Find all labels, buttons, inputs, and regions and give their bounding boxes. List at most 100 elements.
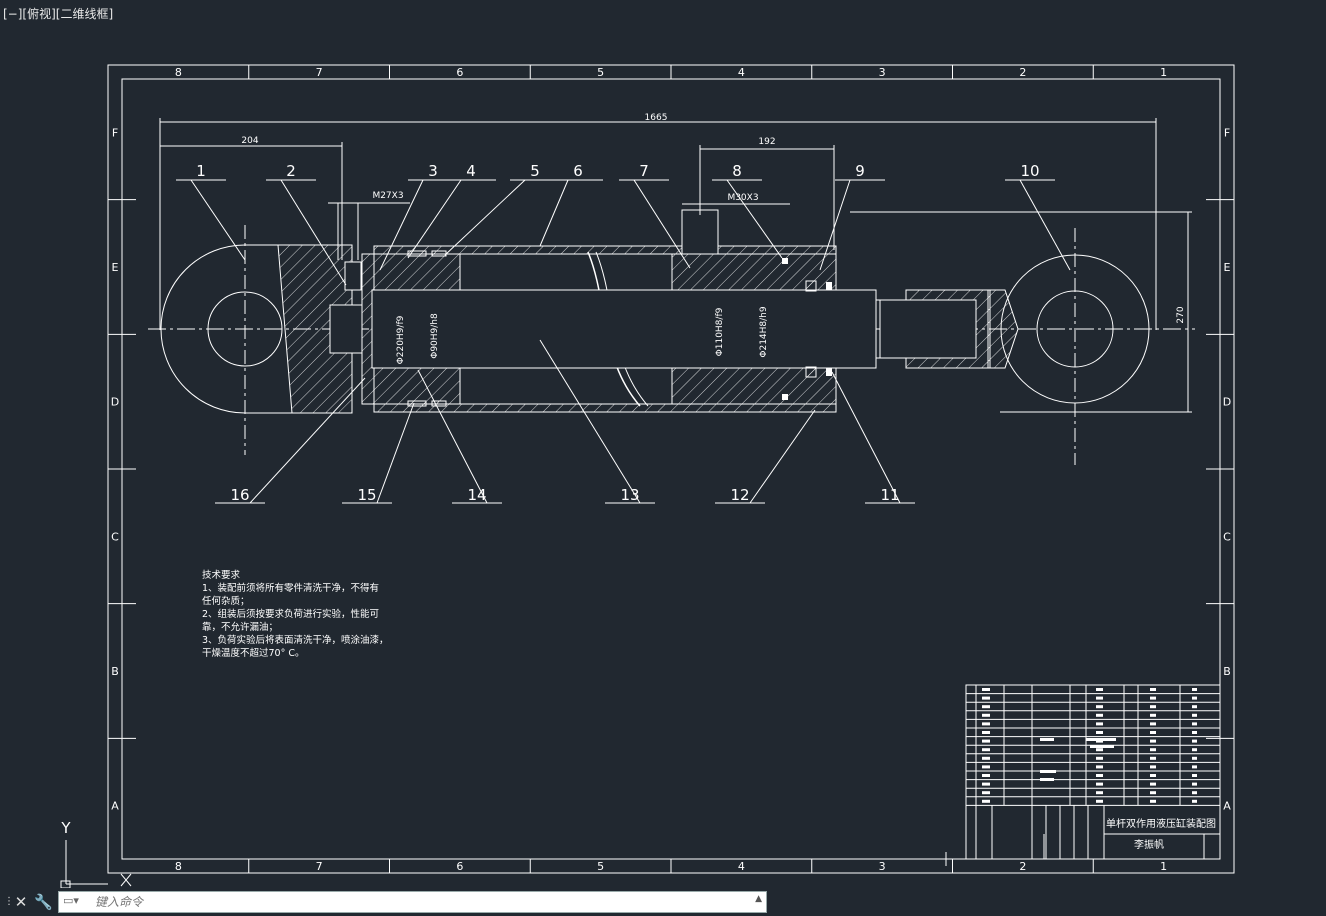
drawing-title: 单杆双作用液压缸装配图 xyxy=(1106,817,1216,830)
title-block-cell xyxy=(1040,738,1054,741)
close-icon[interactable]: ✕ xyxy=(12,893,30,911)
title-block-cell xyxy=(982,748,990,752)
balloon-number: 13 xyxy=(620,486,639,504)
title-block-cell xyxy=(1150,739,1156,743)
balloon-number: 4 xyxy=(466,162,476,180)
frame-column-label: 6 xyxy=(456,860,463,873)
title-block-cell xyxy=(1096,791,1103,795)
title-block-cell xyxy=(1150,722,1156,726)
title-block-cell xyxy=(1096,731,1103,734)
frame-zone-labels: 8877665544332211F FE ED DC CB BA A xyxy=(111,66,1231,873)
frame-row-label: E xyxy=(1224,261,1231,274)
title-block-cell xyxy=(1096,713,1103,717)
frame-column-label: 2 xyxy=(1019,860,1026,873)
frame-column-label: 8 xyxy=(175,860,182,873)
ucs-icon xyxy=(60,840,132,888)
title-block-cell xyxy=(1096,799,1103,803)
frame-column-label: 1 xyxy=(1160,860,1167,873)
title-block-cell xyxy=(982,696,990,700)
title-block-cell xyxy=(982,791,990,795)
title-block-cell xyxy=(1096,748,1103,752)
title-block-cell xyxy=(1192,731,1197,734)
drawing-canvas[interactable]: 8877665544332211F FE ED DC CB BA A 1665 … xyxy=(0,0,1326,888)
frame-column-label: 4 xyxy=(738,860,745,873)
frame-column-label: 2 xyxy=(1019,66,1026,79)
title-block-cell xyxy=(1096,782,1103,786)
title-block-cell xyxy=(1192,696,1197,700)
title-block-cell xyxy=(1150,731,1156,734)
title-block-cell xyxy=(1150,782,1156,786)
frame-row-label: B xyxy=(111,665,119,678)
title-block-cell xyxy=(1192,739,1197,743)
frame-row-label: E xyxy=(112,261,119,274)
balloon-number: 6 xyxy=(573,162,583,180)
title-block-cell xyxy=(1040,778,1054,781)
balloon-number: 12 xyxy=(730,486,749,504)
piston-rod xyxy=(371,289,991,369)
customize-wrench-icon[interactable]: 🔧 xyxy=(34,893,53,911)
frame-column-label: 4 xyxy=(738,66,745,79)
title-block-cell xyxy=(1192,688,1197,691)
balloon-leader xyxy=(749,409,816,504)
title-block-cell xyxy=(1192,799,1197,803)
balloon-number: 10 xyxy=(1020,162,1039,180)
frame-column-label: 7 xyxy=(316,66,323,79)
notes-line: 靠，不允许漏油； xyxy=(202,621,278,633)
balloon-leader xyxy=(539,179,569,247)
title-block-cell xyxy=(982,782,990,786)
frame-row-label: F xyxy=(1224,126,1230,139)
title-block-cell xyxy=(1096,705,1103,709)
title-block-cell xyxy=(1150,713,1156,717)
frame-row-label: C xyxy=(1223,530,1231,543)
command-expand-icon[interactable]: ▲ xyxy=(755,894,762,904)
title-block-cell xyxy=(1150,791,1156,795)
right-clevis xyxy=(987,254,1150,404)
command-input[interactable] xyxy=(95,892,735,912)
title-block-cell xyxy=(1192,756,1197,760)
frame-row-label: D xyxy=(1223,396,1231,409)
title-block-cell xyxy=(982,713,990,717)
balloon-number: 9 xyxy=(855,162,865,180)
title-block-cell xyxy=(1150,688,1156,691)
title-block-cell xyxy=(1192,765,1197,769)
dim-height: 270 xyxy=(1176,306,1186,323)
title-block-cell xyxy=(1150,799,1156,803)
drawing-frame xyxy=(107,64,1235,874)
title-block-cell xyxy=(1090,745,1114,748)
frame-column-label: 7 xyxy=(316,860,323,873)
frame-column-label: 3 xyxy=(879,860,886,873)
title-block xyxy=(965,684,1221,860)
balloon-number: 11 xyxy=(880,486,899,504)
notes-title: 技术要求 xyxy=(202,569,241,581)
title-block-cell xyxy=(1150,705,1156,709)
designer-name: 李振帆 xyxy=(1134,838,1164,851)
title-block-cell xyxy=(1192,722,1197,726)
title-block-cell xyxy=(1150,756,1156,760)
frame-column-label: 3 xyxy=(879,66,886,79)
frame-row-label: A xyxy=(1223,800,1231,813)
title-block-cell xyxy=(1150,696,1156,700)
title-block-cell xyxy=(1150,774,1156,777)
balloon-leader xyxy=(444,179,526,256)
title-block-cell xyxy=(982,722,990,726)
title-block-cell xyxy=(982,731,990,734)
title-block-cell xyxy=(1040,770,1056,773)
title-block-cell xyxy=(1150,765,1156,769)
dim-overall-length: 1665 xyxy=(645,113,668,123)
frame-row-label: B xyxy=(1223,665,1231,678)
title-block-cell xyxy=(1192,705,1197,709)
command-input-box[interactable]: ▭▾ ▲ xyxy=(58,891,767,913)
command-history-icon[interactable]: ▭▾ xyxy=(63,894,87,910)
title-block-cell xyxy=(1096,774,1103,777)
title-block-cell xyxy=(1096,756,1103,760)
balloon-leader xyxy=(376,402,415,504)
frame-row-label: F xyxy=(112,126,118,139)
dim-rod-fit: Φ110H8/f9 xyxy=(715,307,725,356)
title-block-cell xyxy=(1096,722,1103,726)
title-block-cell xyxy=(1192,748,1197,752)
dim-bore-fit: Φ220H9/f9 xyxy=(396,315,406,364)
balloon-number: 7 xyxy=(639,162,649,180)
title-block-cell xyxy=(982,765,990,769)
frame-row-label: C xyxy=(111,530,119,543)
title-block-cell xyxy=(1192,713,1197,717)
